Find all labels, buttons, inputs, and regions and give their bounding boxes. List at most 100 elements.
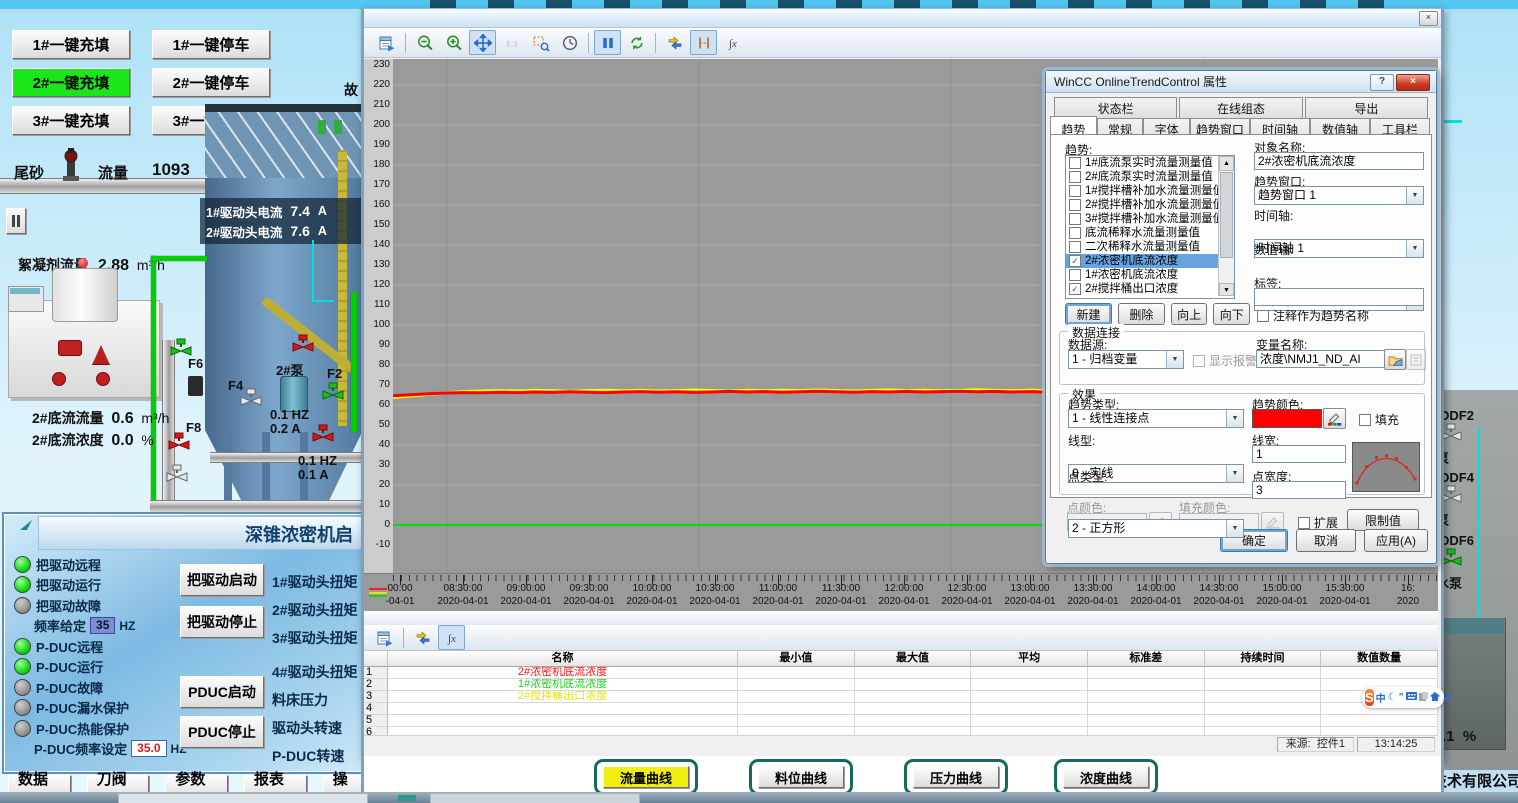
- fill-checkbox-row[interactable]: 填充: [1356, 411, 1399, 428]
- side-tool-button[interactable]: [6, 208, 26, 234]
- valve-f2-icon[interactable]: [322, 382, 344, 407]
- frequency-value[interactable]: 35.0: [131, 740, 166, 757]
- checkbox-icon[interactable]: ✓: [1069, 283, 1081, 295]
- statistics-icon[interactable]: ∫x: [719, 30, 746, 55]
- table-row[interactable]: 2 1#浓密机底流浓度: [364, 679, 1438, 691]
- stats-column-header[interactable]: 最大值: [855, 651, 972, 667]
- table-row[interactable]: 4: [364, 703, 1438, 715]
- trend-type-select[interactable]: 1 - 线性连接点▼: [1068, 409, 1244, 428]
- trend-list-item[interactable]: ✓ 2#搅拌桶出口浓度: [1066, 282, 1234, 296]
- checkbox-icon[interactable]: [1359, 414, 1371, 426]
- list-scrollbar[interactable]: ▲ ▼: [1218, 156, 1234, 296]
- scrollbar-thumb[interactable]: [1220, 172, 1233, 258]
- time-range-icon[interactable]: [556, 30, 583, 55]
- data-connect-icon[interactable]: [661, 30, 688, 55]
- one-key-button[interactable]: 3#一键充填: [12, 106, 130, 135]
- checkbox-icon[interactable]: [1257, 310, 1269, 322]
- curve-button[interactable]: 流量曲线: [603, 766, 689, 788]
- clipboard-icon[interactable]: [1419, 692, 1428, 704]
- valve-f4-icon[interactable]: [240, 388, 262, 413]
- curve-button[interactable]: 浓度曲线: [1063, 766, 1149, 788]
- scroll-up-icon[interactable]: ▲: [1219, 156, 1234, 171]
- panel-action-button[interactable]: PDUC停止: [180, 716, 264, 748]
- chevron-down-icon[interactable]: ▼: [1226, 465, 1243, 482]
- panel-action-button[interactable]: PDUC启动: [180, 676, 264, 708]
- chevron-down-icon[interactable]: ▼: [1226, 410, 1243, 427]
- one-key-button[interactable]: 1#一键充填: [12, 30, 130, 59]
- statistics-icon[interactable]: ∫x: [438, 625, 465, 650]
- trend-list-item[interactable]: 1#浓密机底流浓度: [1066, 268, 1234, 282]
- ruler-icon[interactable]: [690, 30, 717, 55]
- trend-list-item[interactable]: 2#底流泵实时流量测量值: [1066, 170, 1234, 184]
- zoom-area-icon[interactable]: [527, 30, 554, 55]
- checkbox-icon[interactable]: ✓: [1069, 255, 1081, 267]
- right-valve-icon[interactable]: [1440, 548, 1510, 573]
- chevron-down-icon[interactable]: ▼: [1226, 520, 1243, 537]
- chinese-mode-icon[interactable]: 中: [1376, 690, 1386, 705]
- dialog-titlebar[interactable]: WinCC OnlineTrendControl 属性 ? ×: [1046, 71, 1436, 93]
- taskbar-item[interactable]: [118, 793, 368, 803]
- trend-window-titlebar[interactable]: ×: [364, 9, 1441, 28]
- manual-valve-icon[interactable]: [166, 464, 188, 489]
- list-button-3[interactable]: 向下: [1213, 303, 1250, 325]
- variable-name-input[interactable]: 浓度\NMJ1_ND_AI: [1256, 350, 1386, 368]
- trend-list-item[interactable]: 底流稀释水流量测量值: [1066, 226, 1234, 240]
- skin-icon[interactable]: [1430, 692, 1440, 704]
- open-properties-icon[interactable]: [373, 30, 400, 55]
- frequency-value[interactable]: 35: [90, 617, 115, 634]
- dialog-close-icon[interactable]: ×: [1396, 74, 1430, 91]
- stats-column-header[interactable]: 名称: [388, 651, 738, 667]
- table-row[interactable]: 5: [364, 715, 1438, 727]
- checkbox-icon[interactable]: [1069, 171, 1081, 183]
- dialog-tab-1[interactable]: 在线组态: [1179, 97, 1302, 119]
- zoom-out-icon[interactable]: [411, 30, 438, 55]
- browse-variable-button[interactable]: [1384, 349, 1406, 370]
- checkbox-icon[interactable]: [1193, 355, 1205, 367]
- one-key-button[interactable]: 1#一键停车: [152, 30, 270, 59]
- zoom-in-icon[interactable]: [440, 30, 467, 55]
- scroll-down-icon[interactable]: ▼: [1219, 283, 1234, 296]
- taskbar-item[interactable]: [398, 795, 416, 801]
- point-type-select[interactable]: 2 - 正方形▼: [1068, 519, 1244, 538]
- checkbox-icon[interactable]: [1069, 269, 1081, 281]
- show-alarm-checkbox-row[interactable]: 显示报警: [1190, 352, 1257, 369]
- trend-window-select[interactable]: 趋势窗口 1▼: [1254, 186, 1424, 205]
- table-row[interactable]: 1 2#浓密机底流浓度: [364, 667, 1438, 679]
- stats-column-header[interactable]: 平均: [971, 651, 1088, 667]
- checkbox-icon[interactable]: [1069, 241, 1081, 253]
- checkbox-icon[interactable]: [1069, 185, 1081, 197]
- sogou-logo-icon[interactable]: S: [1365, 689, 1374, 706]
- line-width-input[interactable]: 1: [1252, 445, 1346, 463]
- limit-value-button[interactable]: 限制值: [1347, 509, 1419, 531]
- data-source-select[interactable]: 1 - 归档变量▼: [1068, 350, 1184, 369]
- keyboard-icon[interactable]: [1406, 692, 1417, 703]
- chevron-down-icon[interactable]: ▼: [1166, 351, 1183, 368]
- trend-list-item[interactable]: 二次稀释水流量测量值: [1066, 240, 1234, 254]
- open-properties-icon[interactable]: [371, 625, 398, 650]
- list-button-1[interactable]: 删除: [1118, 303, 1165, 325]
- checkbox-icon[interactable]: [1069, 227, 1081, 239]
- trend-list-item[interactable]: 1#搅拌槽补加水流量测量值: [1066, 184, 1234, 198]
- right-valve-icon[interactable]: [1440, 423, 1510, 448]
- toolbox-icon[interactable]: [1442, 692, 1452, 704]
- stats-column-header[interactable]: 持续时间: [1205, 651, 1322, 667]
- stats-column-header[interactable]: 最小值: [738, 651, 855, 667]
- footer-button[interactable]: 应用(A): [1364, 529, 1428, 552]
- trend-list-item[interactable]: 1#底流泵实时流量测量值: [1066, 156, 1234, 170]
- chevron-down-icon[interactable]: ▼: [1406, 187, 1423, 204]
- curve-button[interactable]: 压力曲线: [913, 766, 999, 788]
- stats-column-header[interactable]: 数值数量: [1321, 651, 1438, 667]
- right-valve-icon[interactable]: [1440, 485, 1510, 510]
- panel-action-button[interactable]: 把驱动停止: [180, 606, 264, 638]
- table-row[interactable]: 3 2#搅拌桶出口浓度: [364, 691, 1438, 703]
- checkbox-icon[interactable]: [1298, 517, 1310, 529]
- pan-icon[interactable]: [469, 30, 496, 55]
- dialog-tab-2[interactable]: 导出: [1305, 97, 1428, 119]
- one-key-button[interactable]: 2#一键充填: [12, 68, 130, 97]
- ime-bar[interactable]: S 中 ☾ ”: [1362, 687, 1444, 708]
- trend-color-swatch[interactable]: [1252, 409, 1322, 428]
- trend-window-close-icon[interactable]: ×: [1419, 11, 1438, 26]
- punctuation-icon[interactable]: ”: [1399, 692, 1404, 703]
- list-button-2[interactable]: 向上: [1171, 303, 1208, 325]
- stats-column-header[interactable]: 标准差: [1088, 651, 1205, 667]
